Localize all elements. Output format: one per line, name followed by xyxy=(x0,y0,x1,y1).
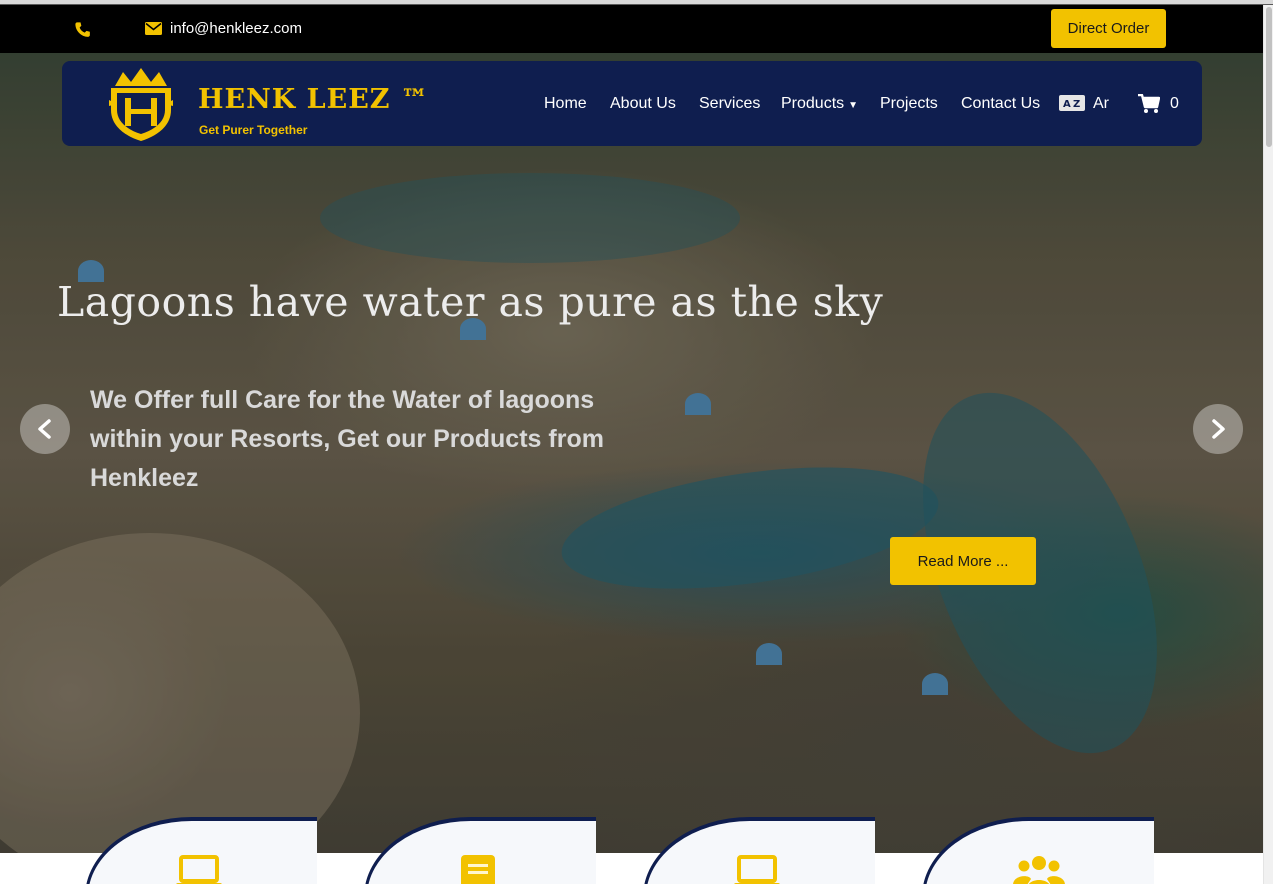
direct-order-button[interactable]: Direct Order xyxy=(1051,9,1166,48)
hero-headline: Lagoons have water as pure as the sky xyxy=(57,278,884,326)
document-icon xyxy=(455,855,501,884)
laptop-icon xyxy=(176,855,222,884)
translate-icon[interactable]: AZ xyxy=(1059,95,1085,111)
nav-about-us[interactable]: About Us xyxy=(610,94,676,114)
page-scrollbar[interactable] xyxy=(1263,5,1273,884)
chevron-right-icon xyxy=(1212,419,1225,439)
phone-icon[interactable] xyxy=(72,19,92,39)
brand-name[interactable]: HENK LEEZ ™ xyxy=(198,84,429,116)
nav-products-label: Products xyxy=(781,95,845,112)
cart-icon[interactable] xyxy=(1138,93,1161,114)
email-link[interactable]: info@henkleez.com xyxy=(170,20,302,38)
nav-home[interactable]: Home xyxy=(544,94,587,114)
hero-subtext: We Offer full Care for the Water of lago… xyxy=(90,386,604,492)
nav-projects[interactable]: Projects xyxy=(880,94,938,114)
nav-services[interactable]: Services xyxy=(699,94,760,114)
main-navbar: HENK LEEZ ™ Get Purer Together Home Abou… xyxy=(62,61,1202,146)
envelope-icon xyxy=(145,22,162,35)
nav-contact-us[interactable]: Contact Us xyxy=(961,94,1040,114)
top-contact-bar: info@henkleez.com Direct Order xyxy=(0,5,1263,53)
slider-next-button[interactable] xyxy=(1193,404,1243,454)
caret-down-icon: ▼ xyxy=(848,100,859,111)
scrollbar-thumb[interactable] xyxy=(1266,7,1272,147)
users-icon xyxy=(1013,855,1065,884)
cart-count: 0 xyxy=(1170,95,1179,112)
language-switch[interactable]: Ar xyxy=(1093,94,1109,114)
svg-text:A: A xyxy=(1063,99,1071,110)
nav-products[interactable]: Products ▼ xyxy=(781,94,858,116)
slider-prev-button[interactable] xyxy=(20,404,70,454)
laptop-icon xyxy=(734,855,780,884)
read-more-button[interactable]: Read More ... xyxy=(890,537,1036,585)
chevron-left-icon xyxy=(38,419,51,439)
crown-shield-logo[interactable] xyxy=(105,66,177,142)
svg-text:Z: Z xyxy=(1073,99,1080,110)
brand-tagline: Get Purer Together xyxy=(199,123,308,137)
